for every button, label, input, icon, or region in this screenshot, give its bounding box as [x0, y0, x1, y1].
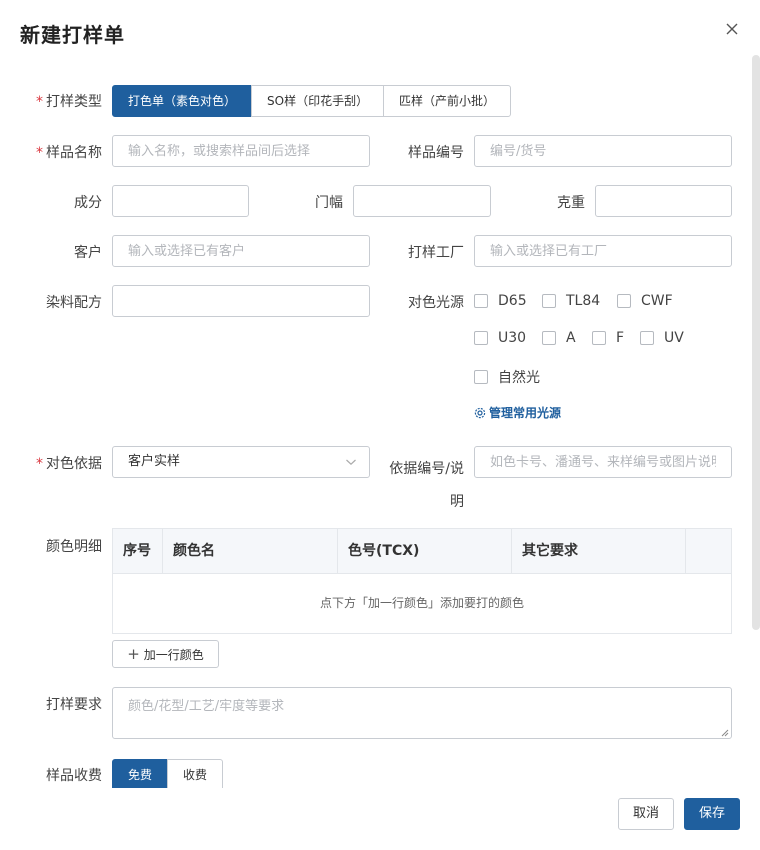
light-source-label: 对色光源 — [408, 295, 464, 311]
resize-handle-icon[interactable] — [720, 728, 729, 737]
dialog-footer: 取消 保存 — [0, 788, 760, 850]
sample-name-label: * 样品名称 — [36, 145, 102, 161]
sample-no-input[interactable] — [474, 135, 732, 167]
light-source-natural[interactable]: 自然光 — [474, 367, 540, 387]
basis-ref-label: 依据编号/说 明 — [389, 461, 464, 510]
light-source-u30[interactable]: U30 — [474, 330, 526, 346]
color-detail-label: 颜色明细 — [46, 539, 102, 555]
customer-input[interactable] — [112, 235, 370, 267]
checkbox[interactable] — [542, 294, 556, 308]
factory-label: 打样工厂 — [408, 245, 464, 261]
width-input[interactable] — [353, 185, 491, 217]
save-button[interactable]: 保存 — [684, 798, 740, 830]
manage-light-sources-link[interactable]: 管理常用光源 — [474, 404, 561, 421]
gear-icon — [474, 407, 486, 418]
add-color-row-button[interactable]: + 加一行颜色 — [112, 640, 219, 668]
new-sample-order-dialog: 新建打样单 * 打样类型 打色单（素色对色） SO样（印花手刮） 匹样（产前小批）… — [0, 0, 760, 850]
match-basis-select[interactable]: 客户实样 — [112, 446, 370, 478]
sample-type-option-so[interactable]: SO样（印花手刮） — [251, 85, 384, 117]
light-source-d65[interactable]: D65 — [474, 293, 527, 309]
match-basis-label: * 对色依据 — [36, 456, 102, 472]
column-header-index: 序号 — [113, 529, 163, 573]
sample-no-label: 样品编号 — [408, 145, 464, 161]
dye-recipe-label: 染料配方 — [46, 295, 102, 311]
checkbox[interactable] — [592, 331, 606, 345]
plus-icon: + — [127, 645, 140, 663]
dye-recipe-input[interactable] — [112, 285, 370, 317]
close-icon[interactable] — [724, 21, 740, 37]
sample-type-option-color[interactable]: 打色单（素色对色） — [112, 85, 252, 117]
sample-type-segmented: 打色单（素色对色） SO样（印花手刮） 匹样（产前小批） — [112, 85, 511, 117]
column-header-other: 其它要求 — [512, 529, 686, 573]
sample-type-label: * 打样类型 — [36, 94, 102, 110]
width-label: 门幅 — [315, 195, 343, 211]
table-header: 序号 颜色名 色号(TCX) 其它要求 — [113, 529, 731, 574]
sample-fee-label: 样品收费 — [46, 768, 102, 784]
factory-input[interactable] — [474, 235, 732, 267]
composition-label: 成分 — [74, 195, 102, 211]
checkbox[interactable] — [474, 331, 488, 345]
checkbox[interactable] — [542, 331, 556, 345]
light-source-cwf[interactable]: CWF — [617, 293, 673, 309]
color-detail-table: 序号 颜色名 色号(TCX) 其它要求 点下方「加一行颜色」添加要打的颜色 — [112, 528, 732, 634]
checkbox[interactable] — [474, 294, 488, 308]
dialog-title: 新建打样单 — [20, 23, 125, 47]
column-header-color-code: 色号(TCX) — [338, 529, 512, 573]
customer-label: 客户 — [74, 245, 102, 261]
checkbox[interactable] — [640, 331, 654, 345]
requirements-textarea[interactable] — [112, 687, 732, 739]
column-header-color-name: 颜色名 — [163, 529, 338, 573]
weight-label: 克重 — [557, 195, 585, 211]
light-source-tl84[interactable]: TL84 — [542, 293, 600, 309]
checkbox[interactable] — [474, 370, 488, 384]
requirements-label: 打样要求 — [46, 697, 102, 713]
cancel-button[interactable]: 取消 — [618, 798, 674, 830]
basis-ref-input[interactable] — [474, 446, 732, 478]
checkbox[interactable] — [617, 294, 631, 308]
chevron-down-icon — [346, 459, 356, 466]
sample-name-input[interactable] — [112, 135, 370, 167]
table-empty-text: 点下方「加一行颜色」添加要打的颜色 — [319, 596, 524, 610]
sample-fee-option-paid[interactable]: 收费 — [167, 759, 223, 791]
sample-type-option-piece[interactable]: 匹样（产前小批） — [383, 85, 511, 117]
composition-input[interactable] — [112, 185, 249, 217]
weight-input[interactable] — [595, 185, 732, 217]
sample-fee-option-free[interactable]: 免费 — [112, 759, 168, 791]
light-source-a[interactable]: A — [542, 330, 576, 346]
sample-fee-segmented: 免费 收费 — [112, 759, 223, 791]
light-source-f[interactable]: F — [592, 330, 624, 346]
light-source-uv[interactable]: UV — [640, 330, 684, 346]
scrollbar[interactable] — [752, 55, 760, 630]
